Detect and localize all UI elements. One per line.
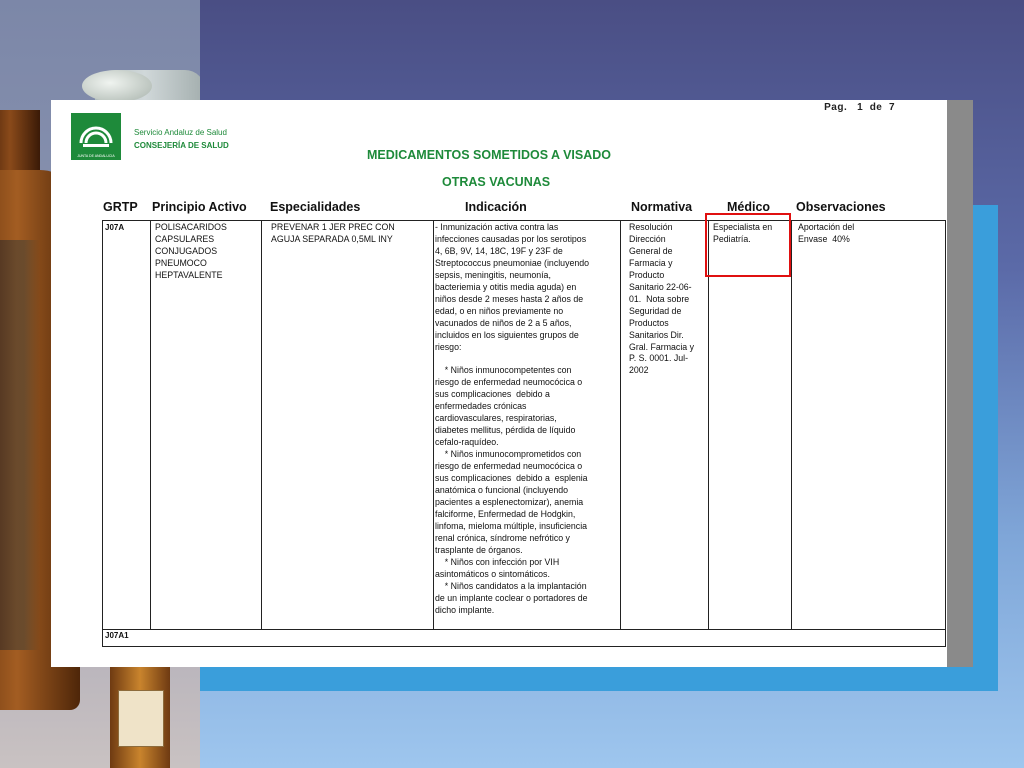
column-header-medico: Médico: [727, 200, 771, 214]
column-header-grtp: GRTP: [103, 200, 138, 214]
column-divider: [791, 221, 792, 629]
cell-principio-activo: POLISACARIDOS CAPSULARES CONJUGADOS PNEU…: [155, 222, 227, 280]
org-name: Servicio Andaluz de Salud: [134, 128, 227, 137]
column-divider: [708, 221, 709, 629]
column-divider: [261, 221, 262, 629]
junta-logo-icon: JUNTA DE ANDALUCIA: [71, 113, 121, 160]
document-title: MEDICAMENTOS SOMETIDOS A VISADO: [367, 148, 612, 162]
page-of: de: [869, 102, 883, 113]
logo-text: JUNTA DE ANDALUCIA: [77, 154, 115, 158]
bottle-shadow: [0, 240, 40, 650]
cell-indicacion: - Inmunización activa contra las infecci…: [435, 222, 590, 615]
cell-normativa: Resolución Dirección General de Farmacia…: [629, 222, 695, 376]
cell-especialidades: PREVENAR 1 JER PREC CON AGUJA SEPARADA 0…: [271, 222, 395, 244]
cell-grtp: J07A: [105, 223, 125, 232]
column-divider: [150, 221, 151, 629]
column-divider: [433, 221, 434, 629]
row-divider: [103, 629, 945, 630]
page-number: Pag. 1 de 7: [824, 102, 895, 113]
page-label: Pag.: [824, 102, 848, 113]
column-divider: [620, 221, 621, 629]
column-header-indicacion: Indicación: [465, 200, 527, 214]
bottle-label: [118, 690, 164, 747]
document-page: Pag. 1 de 7 JUNTA DE ANDALUCIA Servicio …: [51, 100, 947, 667]
visado-table: J07A POLISACARIDOS CAPSULARES CONJUGADOS…: [102, 220, 946, 647]
org-department: CONSEJERÍA DE SALUD: [134, 141, 229, 150]
page-current: 1: [857, 102, 864, 113]
column-header-observaciones: Observaciones: [796, 200, 886, 214]
highlight-box-medico: [705, 213, 791, 277]
column-header-especialidades: Especialidades: [270, 200, 361, 214]
column-header-normativa: Normativa: [631, 200, 693, 214]
document-subtitle: OTRAS VACUNAS: [442, 175, 551, 189]
bottle-stopper-image: [82, 70, 152, 102]
cell-observaciones: Aportación del Envase 40%: [798, 222, 855, 244]
page-total: 7: [888, 102, 895, 113]
column-header-principio: Principio Activo: [152, 200, 247, 214]
cell-grtp-row2: J07A1: [105, 631, 129, 640]
